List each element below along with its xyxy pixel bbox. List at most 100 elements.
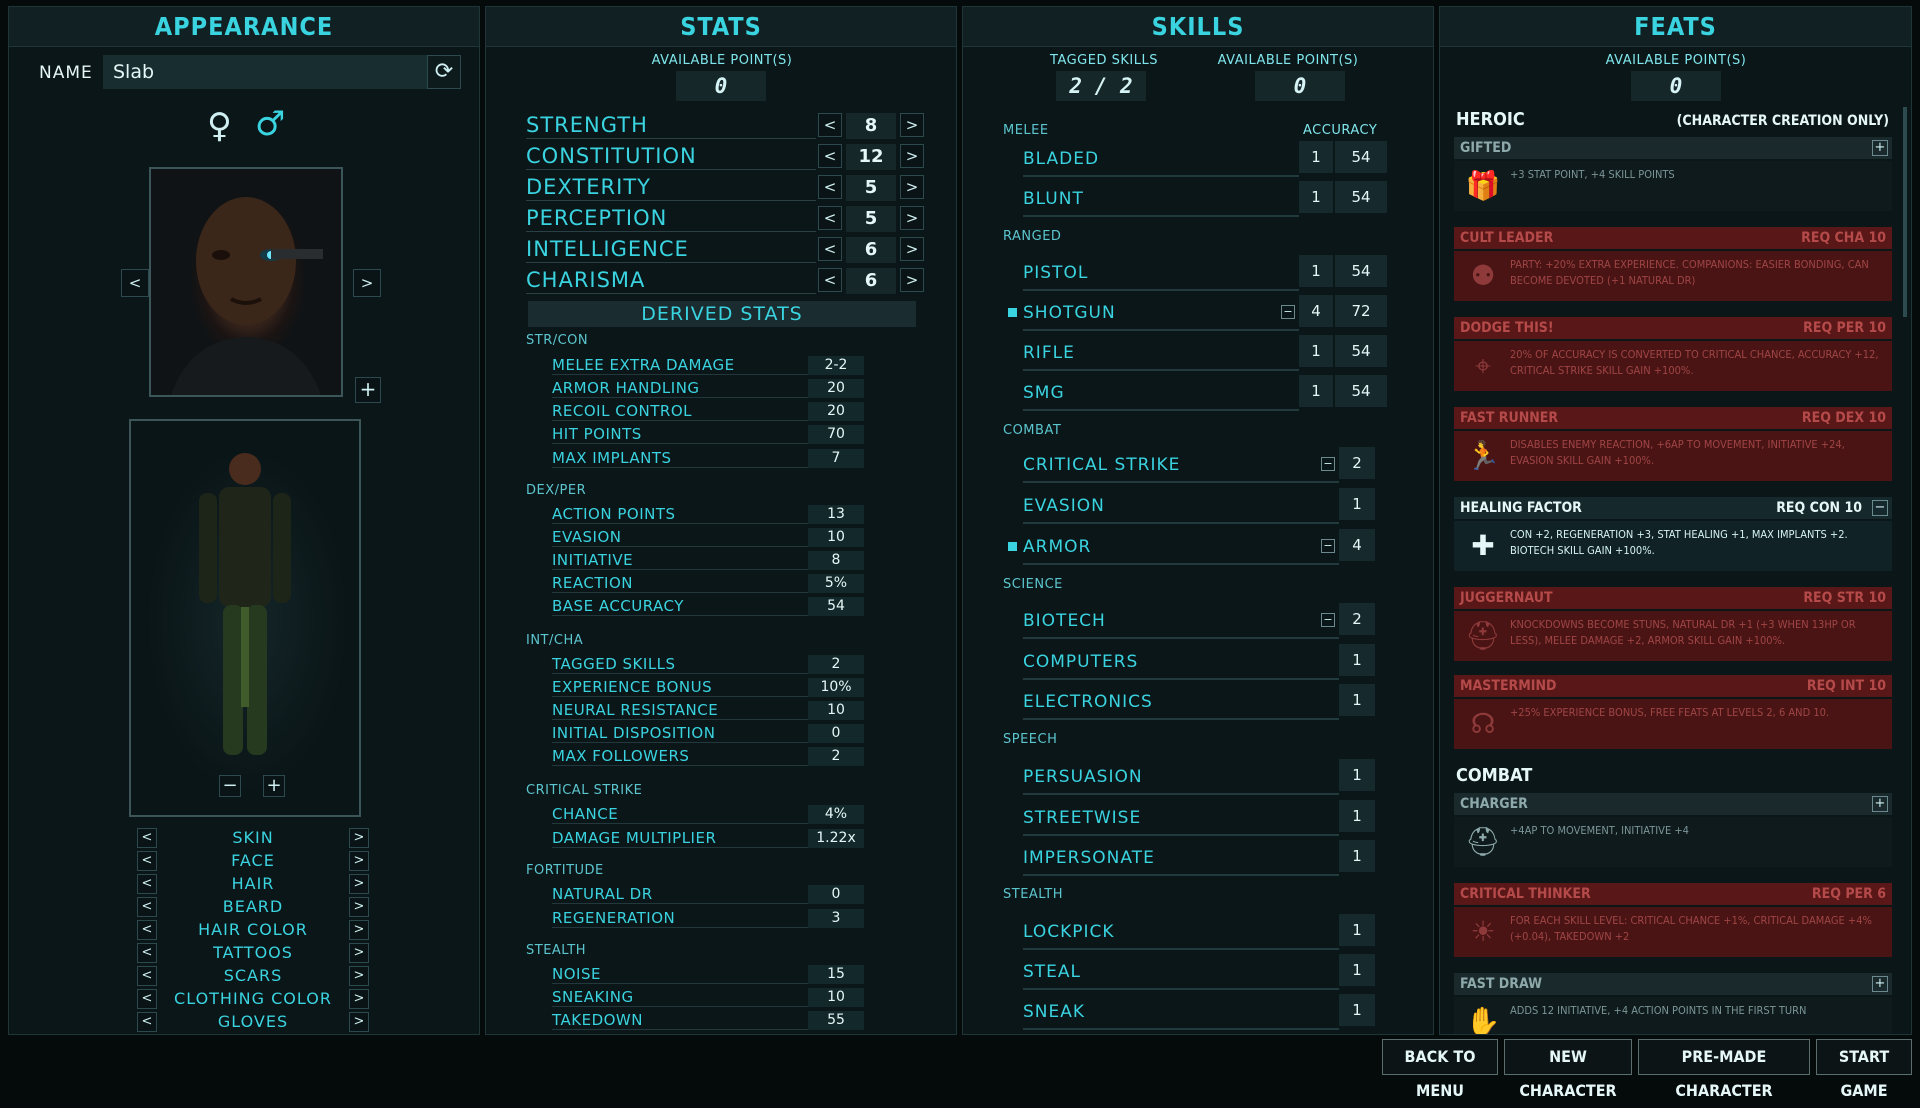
skill-value: 1 <box>1339 684 1375 716</box>
skill-label: RIFLE <box>1023 343 1075 363</box>
stat-increase-button[interactable]: > <box>900 113 924 137</box>
feat-body: ✋ ADDS 12 INITIATIVE, +4 ACTION POINTS IN… <box>1454 997 1892 1034</box>
feat-add-button[interactable]: + <box>1872 796 1888 812</box>
skill-value: 2 <box>1339 447 1375 479</box>
skill-underline <box>1023 481 1339 483</box>
skill-group-label: MELEE <box>1003 123 1049 138</box>
skill-decrease-button[interactable]: − <box>1321 457 1335 471</box>
back-to-menu-button[interactable]: BACK TO MENU <box>1382 1039 1498 1100</box>
feat-requirement: REQ PER 6 <box>1811 886 1886 902</box>
character-model <box>129 419 361 817</box>
skill-underline <box>1023 522 1339 524</box>
feat-card[interactable]: FAST DRAW + ✋ ADDS 12 INITIATIVE, +4 ACTION… <box>1454 973 1892 1034</box>
zoom-in-button[interactable]: + <box>263 775 285 797</box>
feat-remove-button[interactable]: − <box>1872 500 1888 516</box>
stat-increase-button[interactable]: > <box>900 144 924 168</box>
skin-next-button[interactable]: > <box>349 828 369 848</box>
skill-group-label: SCIENCE <box>1003 577 1063 592</box>
stat-increase-button[interactable]: > <box>900 268 924 292</box>
stat-increase-button[interactable]: > <box>900 175 924 199</box>
stat-value: 5 <box>846 206 896 232</box>
skill-accuracy: 54 <box>1335 375 1387 407</box>
randomize-name-icon[interactable]: ⟳ <box>427 55 461 89</box>
feat-card[interactable]: DODGE THIS! REQ PER 10 ⌖ 20% OF ACCURACY IS… <box>1454 317 1892 391</box>
name-input[interactable]: Slab <box>103 55 433 89</box>
stat-increase-button[interactable]: > <box>900 206 924 230</box>
portrait-add-button[interactable]: + <box>355 377 381 403</box>
feat-description: +25% EXPERIENCE BONUS, FREE FEATS AT LEV… <box>1510 706 1830 719</box>
derived-row: HIT POINTS 70 <box>552 424 864 444</box>
appearance-option-tattoos: < TATTOOS > <box>137 942 369 964</box>
portrait-next-button[interactable]: > <box>353 269 381 297</box>
derived-group-label: STEALTH <box>526 943 586 958</box>
new-character-button[interactable]: NEW CHARACTER <box>1504 1039 1632 1100</box>
skill-decrease-button[interactable]: − <box>1321 539 1335 553</box>
lightbulb-icon: ☀ <box>1470 915 1496 948</box>
feat-card[interactable]: CHARGER + ⛑ +4AP TO MOVEMENT, INITIATIVE +4 <box>1454 793 1892 867</box>
portrait-face-icon <box>171 197 323 395</box>
face-prev-button[interactable]: < <box>137 851 157 871</box>
feat-requirement: REQ STR 10 <box>1803 590 1886 606</box>
feat-add-button[interactable]: + <box>1872 140 1888 156</box>
feat-card[interactable]: MASTERMIND REQ INT 10 ☊ +25% EXPERIENCE BON… <box>1454 675 1892 749</box>
hair-color-next-button[interactable]: > <box>349 920 369 940</box>
feat-add-button[interactable]: + <box>1872 976 1888 992</box>
clothing-color-next-button[interactable]: > <box>349 989 369 1009</box>
face-next-button[interactable]: > <box>349 851 369 871</box>
portrait-prev-button[interactable]: < <box>121 269 149 297</box>
face-label: FACE <box>231 851 275 870</box>
feat-card[interactable]: CRITICAL THINKER REQ PER 6 ☀ FOR EACH SKILL… <box>1454 883 1892 957</box>
gloves-next-button[interactable]: > <box>349 1012 369 1032</box>
hair-prev-button[interactable]: < <box>137 874 157 894</box>
skill-underline <box>1023 874 1339 876</box>
stats-available-value: 0 <box>676 71 766 101</box>
feats-scrollbar[interactable] <box>1903 107 1907 317</box>
tattoos-next-button[interactable]: > <box>349 943 369 963</box>
premade-character-button[interactable]: PRE-MADE CHARACTER <box>1638 1039 1810 1100</box>
appearance-panel: APPEARANCE NAME Slab ⟳ ♀ ♂ < > + − + < S… <box>8 6 480 1035</box>
stat-row-constitution: CONSTITUTION < 12 > <box>526 142 924 170</box>
beard-next-button[interactable]: > <box>349 897 369 917</box>
stat-increase-button[interactable]: > <box>900 237 924 261</box>
feat-card[interactable]: JUGGERNAUT REQ STR 10 ⛑ KNOCKDOWNS BECOME S… <box>1454 587 1892 661</box>
feat-name: FAST DRAW <box>1454 973 1892 995</box>
scars-prev-button[interactable]: < <box>137 966 157 986</box>
feat-card[interactable]: HEALING FACTOR REQ CON 10− ✚ CON +2, REGENE… <box>1454 497 1892 571</box>
skill-decrease-button[interactable]: − <box>1321 613 1335 627</box>
skill-value: 1 <box>1339 840 1375 872</box>
stat-row-intelligence: INTELLIGENCE < 6 > <box>526 235 924 263</box>
female-icon[interactable]: ♀ <box>207 109 232 143</box>
feat-card[interactable]: GIFTED + 🎁 +3 STAT POINT, +4 SKILL POINTS <box>1454 137 1892 211</box>
stat-decrease-button[interactable]: < <box>818 113 842 137</box>
tattoos-prev-button[interactable]: < <box>137 943 157 963</box>
hair-color-prev-button[interactable]: < <box>137 920 157 940</box>
stat-decrease-button[interactable]: < <box>818 237 842 261</box>
skill-row-lockpick: LOCKPICK 1 <box>1023 914 1383 950</box>
start-game-button[interactable]: START GAME <box>1816 1039 1912 1100</box>
hair-next-button[interactable]: > <box>349 874 369 894</box>
derived-row: ACTION POINTS 13 <box>552 504 864 524</box>
beard-prev-button[interactable]: < <box>137 897 157 917</box>
stat-decrease-button[interactable]: < <box>818 175 842 199</box>
skill-label: IMPERSONATE <box>1023 848 1155 868</box>
stat-row-perception: PERCEPTION < 5 > <box>526 204 924 232</box>
male-icon[interactable]: ♂ <box>255 107 285 141</box>
feat-card[interactable]: CULT LEADER REQ CHA 10 ⚉ PARTY: +20% EXTRA … <box>1454 227 1892 301</box>
skill-label: PISTOL <box>1023 263 1089 283</box>
stat-label: CHARISMA <box>526 266 816 294</box>
skill-decrease-button[interactable]: − <box>1281 305 1295 319</box>
stat-decrease-button[interactable]: < <box>818 206 842 230</box>
stat-label: PERCEPTION <box>526 204 816 232</box>
skin-prev-button[interactable]: < <box>137 828 157 848</box>
gloves-prev-button[interactable]: < <box>137 1012 157 1032</box>
feat-card[interactable]: FAST RUNNER REQ DEX 10 🏃 DISABLES ENEMY REA… <box>1454 407 1892 481</box>
feat-name: CHARGER <box>1454 793 1892 815</box>
clothing-color-prev-button[interactable]: < <box>137 989 157 1009</box>
stat-decrease-button[interactable]: < <box>818 268 842 292</box>
zoom-out-button[interactable]: − <box>219 775 241 797</box>
stat-decrease-button[interactable]: < <box>818 144 842 168</box>
skill-label: SNEAK <box>1023 1002 1086 1022</box>
stat-label: CONSTITUTION <box>526 142 816 170</box>
scars-next-button[interactable]: > <box>349 966 369 986</box>
skills-title: SKILLS <box>963 7 1433 47</box>
